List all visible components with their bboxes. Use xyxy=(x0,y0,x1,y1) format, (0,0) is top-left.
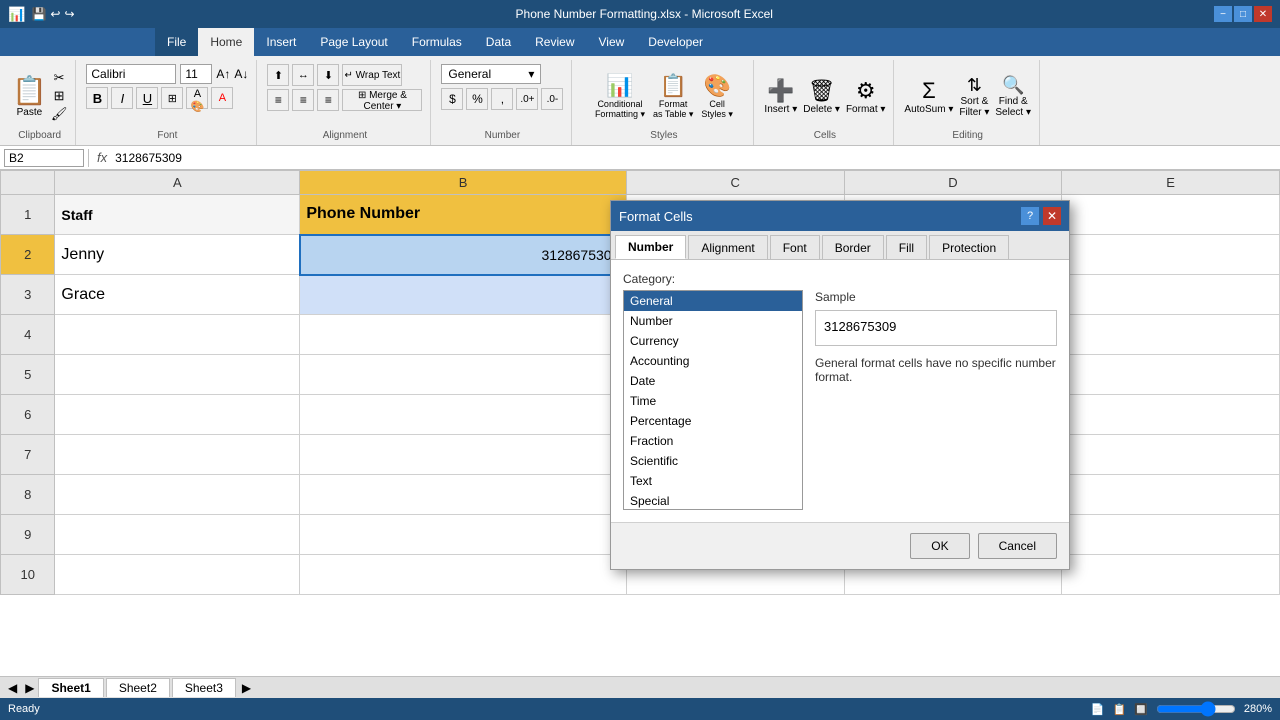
dialog-close-btn[interactable]: ✕ xyxy=(1043,207,1061,225)
dialog-tab-alignment[interactable]: Alignment xyxy=(688,235,767,259)
dialog-tabs: Number Alignment Font Border Fill Protec… xyxy=(611,231,1069,260)
category-label: Category: xyxy=(623,272,1057,286)
category-list[interactable]: General Number Currency Accounting Date … xyxy=(623,290,803,510)
category-item-accounting[interactable]: Accounting xyxy=(624,351,802,371)
dialog-footer: OK Cancel xyxy=(611,522,1069,569)
dialog-content-row: General Number Currency Accounting Date … xyxy=(623,290,1057,510)
category-item-time[interactable]: Time xyxy=(624,391,802,411)
category-item-text[interactable]: Text xyxy=(624,471,802,491)
category-item-number[interactable]: Number xyxy=(624,311,802,331)
format-cells-dialog: Format Cells ? ✕ Number Alignment Font B… xyxy=(610,200,1070,570)
dialog-tab-fill[interactable]: Fill xyxy=(886,235,927,259)
category-item-date[interactable]: Date xyxy=(624,371,802,391)
dialog-body: Category: General Number Currency Accoun… xyxy=(611,260,1069,522)
dialog-title: Format Cells xyxy=(619,209,693,224)
dialog-tab-font[interactable]: Font xyxy=(770,235,820,259)
sample-area: Sample 3128675309 General format cells h… xyxy=(815,290,1057,510)
cancel-button[interactable]: Cancel xyxy=(978,533,1057,559)
category-item-general[interactable]: General xyxy=(624,291,802,311)
dialog-title-bar: Format Cells ? ✕ xyxy=(611,201,1069,231)
category-item-scientific[interactable]: Scientific xyxy=(624,451,802,471)
category-item-percentage[interactable]: Percentage xyxy=(624,411,802,431)
dialog-help-btn[interactable]: ? xyxy=(1021,207,1039,225)
dialog-tab-border[interactable]: Border xyxy=(822,235,884,259)
ok-button[interactable]: OK xyxy=(910,533,969,559)
category-item-currency[interactable]: Currency xyxy=(624,331,802,351)
category-item-fraction[interactable]: Fraction xyxy=(624,431,802,451)
sample-label: Sample xyxy=(815,290,1057,304)
sample-description: General format cells have no specific nu… xyxy=(815,356,1057,384)
category-item-special[interactable]: Special xyxy=(624,491,802,510)
sample-value: 3128675309 xyxy=(824,319,896,334)
sample-box: 3128675309 xyxy=(815,310,1057,346)
dialog-tab-number[interactable]: Number xyxy=(615,235,686,259)
dialog-overlay: Format Cells ? ✕ Number Alignment Font B… xyxy=(0,0,1280,720)
dialog-tab-protection[interactable]: Protection xyxy=(929,235,1009,259)
